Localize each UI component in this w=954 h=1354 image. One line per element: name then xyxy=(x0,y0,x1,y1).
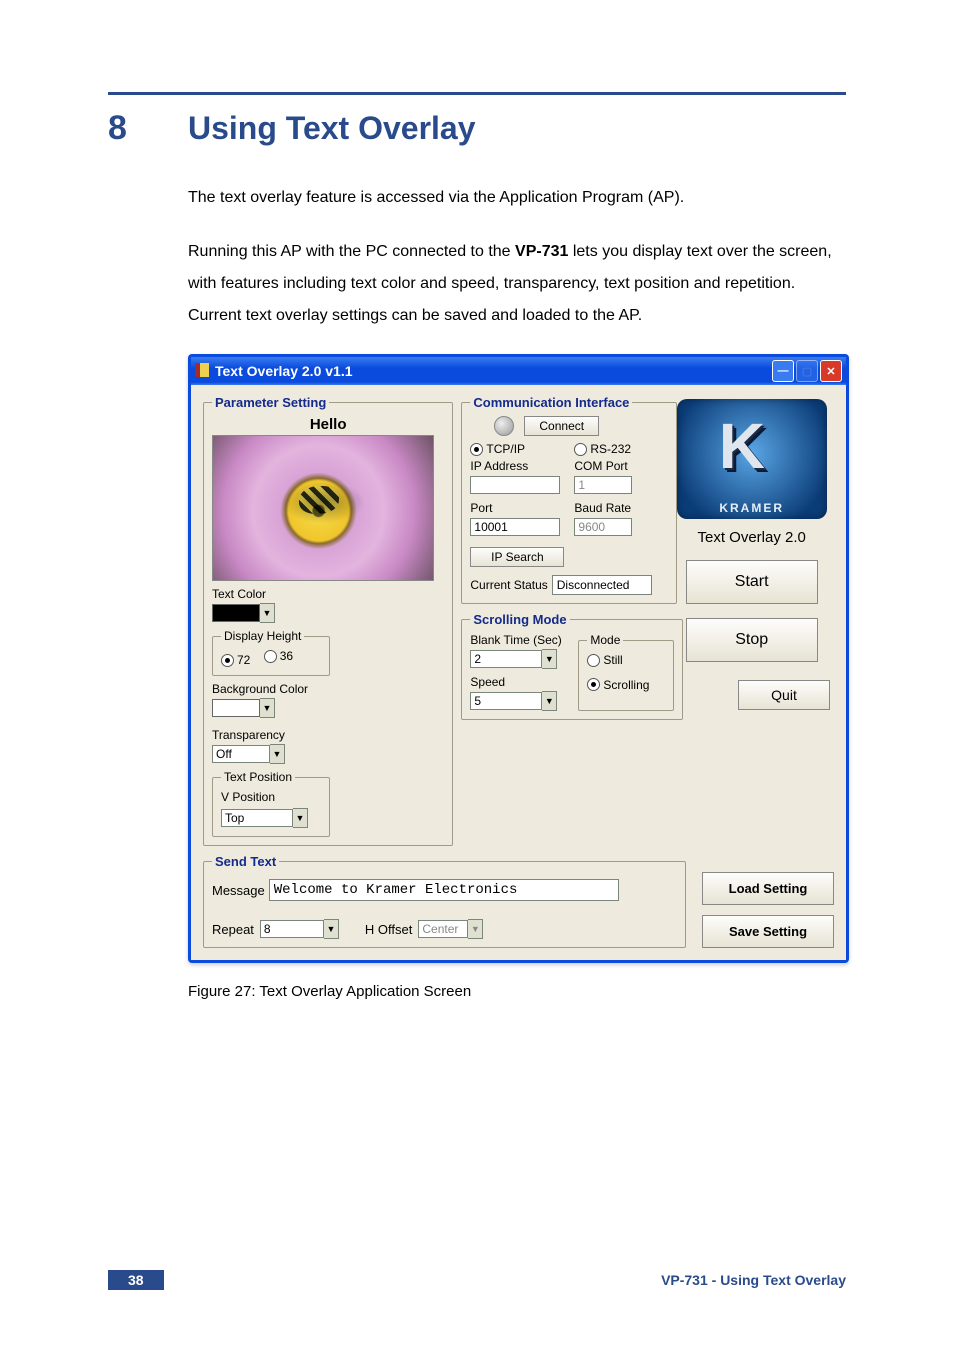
h-offset-value: Center xyxy=(418,920,468,938)
baud-rate-input xyxy=(574,518,632,536)
display-height-36-label: 36 xyxy=(280,649,293,663)
scrolling-mode-legend: Scrolling Mode xyxy=(470,612,569,627)
parameter-setting-legend: Parameter Setting xyxy=(212,395,329,410)
blank-time-dropdown[interactable]: ▼ xyxy=(542,649,557,669)
ip-address-label: IP Address xyxy=(470,459,564,473)
display-height-72[interactable]: 72 xyxy=(221,653,250,667)
display-height-group: Display Height 72 36 xyxy=(212,629,330,676)
mode-group: Mode Still Scrolling xyxy=(578,633,674,711)
mode-still-label: Still xyxy=(603,653,622,667)
paragraph-2: Running this AP with the PC connected to… xyxy=(188,236,846,332)
mode-scrolling-label: Scrolling xyxy=(603,678,649,692)
page-number: 38 xyxy=(108,1270,164,1290)
h-offset-label: H Offset xyxy=(365,922,412,937)
brand-logo: K KRAMER xyxy=(677,399,827,519)
send-text-legend: Send Text xyxy=(212,854,279,869)
h-offset-dropdown: ▼ xyxy=(468,919,483,939)
parameter-setting-group: Parameter Setting Hello Text Color ▼ xyxy=(203,395,453,846)
footer-title: VP-731 - Using Text Overlay xyxy=(661,1272,846,1288)
app-name-label: Text Overlay 2.0 xyxy=(698,529,806,546)
minimize-button[interactable]: — xyxy=(772,360,794,382)
scrolling-mode-group: Scrolling Mode Blank Time (Sec) 2 ▼ Spee… xyxy=(461,612,683,720)
rs232-label: RS-232 xyxy=(590,442,631,456)
preview-image xyxy=(212,435,434,581)
preview-text: Hello xyxy=(212,416,444,433)
blank-time-label: Blank Time (Sec) xyxy=(470,633,570,647)
text-color-swatch[interactable] xyxy=(212,604,260,622)
speed-value[interactable]: 5 xyxy=(470,692,542,710)
connection-led xyxy=(494,416,514,436)
communication-interface-legend: Communication Interface xyxy=(470,395,632,410)
text-position-legend: Text Position xyxy=(221,770,295,784)
maximize-button: ▢ xyxy=(796,360,818,382)
message-label: Message xyxy=(212,883,265,898)
text-color-dropdown[interactable]: ▼ xyxy=(260,603,275,623)
baud-rate-label: Baud Rate xyxy=(574,501,668,515)
communication-interface-group: Communication Interface Connect TCP/IP I… xyxy=(461,395,677,604)
transparency-label: Transparency xyxy=(212,728,322,742)
section-number: 8 xyxy=(108,109,188,148)
ip-address-input[interactable] xyxy=(470,476,560,494)
transparency-dropdown[interactable]: ▼ xyxy=(270,744,285,764)
load-setting-button[interactable]: Load Setting xyxy=(702,872,834,905)
mode-still[interactable]: Still xyxy=(587,653,622,667)
background-color-swatch[interactable] xyxy=(212,699,260,717)
logo-k-glyph: K xyxy=(719,409,761,483)
port-input[interactable] xyxy=(470,518,560,536)
stop-button[interactable]: Stop xyxy=(686,618,818,662)
current-status-label: Current Status xyxy=(470,578,547,592)
display-height-legend: Display Height xyxy=(221,629,304,643)
vposition-value[interactable]: Top xyxy=(221,809,293,827)
start-button[interactable]: Start xyxy=(686,560,818,604)
save-setting-button[interactable]: Save Setting xyxy=(702,915,834,948)
mode-scrolling[interactable]: Scrolling xyxy=(587,678,649,692)
tcpip-label: TCP/IP xyxy=(486,442,525,456)
text-position-group: Text Position V Position Top ▼ xyxy=(212,770,330,837)
app-window: Text Overlay 2.0 v1.1 — ▢ ✕ Parameter Se… xyxy=(188,354,849,963)
repeat-value[interactable]: 8 xyxy=(260,920,324,938)
blank-time-value[interactable]: 2 xyxy=(470,650,542,668)
ip-search-button[interactable]: IP Search xyxy=(470,547,564,567)
display-height-36[interactable]: 36 xyxy=(264,649,293,663)
repeat-dropdown[interactable]: ▼ xyxy=(324,919,339,939)
window-title: Text Overlay 2.0 v1.1 xyxy=(215,363,772,379)
vposition-dropdown[interactable]: ▼ xyxy=(293,808,308,828)
brand-name: KRAMER xyxy=(719,501,784,515)
text-color-label: Text Color xyxy=(212,587,322,601)
display-height-72-label: 72 xyxy=(237,653,250,667)
paragraph-1: The text overlay feature is accessed via… xyxy=(188,182,846,214)
titlebar[interactable]: Text Overlay 2.0 v1.1 — ▢ ✕ xyxy=(191,357,846,385)
tcpip-radio[interactable]: TCP/IP xyxy=(470,442,554,456)
message-input[interactable] xyxy=(269,879,619,901)
close-button[interactable]: ✕ xyxy=(820,360,842,382)
background-color-label: Background Color xyxy=(212,682,322,696)
rs232-radio[interactable]: RS-232 xyxy=(574,442,658,456)
paragraph-2a: Running this AP with the PC connected to… xyxy=(188,243,515,260)
section-rule xyxy=(108,92,846,95)
app-icon xyxy=(195,363,209,380)
quit-button[interactable]: Quit xyxy=(738,680,830,710)
speed-dropdown[interactable]: ▼ xyxy=(542,691,557,711)
com-port-label: COM Port xyxy=(574,459,668,473)
figure-caption: Figure 27: Text Overlay Application Scre… xyxy=(188,983,846,1000)
speed-label: Speed xyxy=(470,675,570,689)
send-text-group: Send Text Message Repeat 8 ▼ H Offset xyxy=(203,854,686,948)
current-status-value: Disconnected xyxy=(552,575,652,595)
port-label: Port xyxy=(470,501,564,515)
transparency-value[interactable]: Off xyxy=(212,745,270,763)
mode-legend: Mode xyxy=(587,633,623,647)
connect-button[interactable]: Connect xyxy=(524,416,599,436)
repeat-label: Repeat xyxy=(212,922,254,937)
vposition-label: V Position xyxy=(221,790,321,804)
paragraph-2-bold: VP-731 xyxy=(515,243,568,260)
com-port-input xyxy=(574,476,632,494)
section-title: Using Text Overlay xyxy=(188,110,476,147)
background-color-dropdown[interactable]: ▼ xyxy=(260,698,275,718)
